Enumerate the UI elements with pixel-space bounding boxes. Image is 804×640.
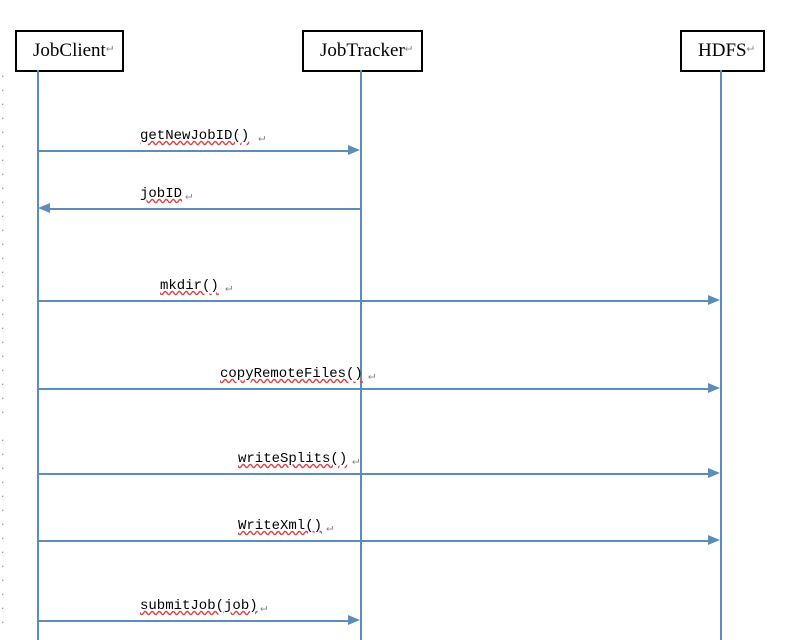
message-submitJob: submitJob(job) [140, 598, 258, 614]
arrowhead-writeXml [708, 535, 720, 545]
message-writeSplits: writeSplits() [238, 451, 347, 467]
participant-hdfs: HDFS↵ [680, 30, 765, 72]
participant-jobclient: JobClient↵ [15, 30, 124, 72]
message-mkdir: mkdir() [160, 278, 219, 294]
arrowhead-jobID [38, 203, 50, 213]
arrowhead-getNewJobID [348, 145, 360, 155]
message-writeXml: WriteXml() [238, 518, 322, 534]
arrow-writeXml [38, 540, 708, 542]
arrow-jobID [50, 208, 360, 210]
arrowhead-writeSplits [708, 468, 720, 478]
participant-jobtracker: JobTracker↵ [302, 30, 423, 72]
lifeline-jobclient [37, 70, 39, 640]
arrow-submitJob [38, 620, 348, 622]
participant-jobtracker-label: JobTracker [320, 40, 405, 61]
arrowhead-submitJob [348, 615, 360, 625]
arrowhead-mkdir [708, 295, 720, 305]
lifeline-jobtracker [360, 70, 362, 640]
arrow-writeSplits [38, 473, 708, 475]
arrow-copyRemoteFiles [38, 388, 708, 390]
message-copyRemoteFiles: copyRemoteFiles() [220, 366, 363, 382]
arrowhead-copyRemoteFiles [708, 383, 720, 393]
message-getNewJobID: getNewJobID() [140, 128, 249, 144]
arrow-mkdir [38, 300, 708, 302]
message-jobID: jobID [140, 186, 182, 202]
lifeline-hdfs [720, 70, 722, 640]
arrow-getNewJobID [38, 150, 348, 152]
participant-jobclient-label: JobClient [33, 40, 106, 61]
participant-hdfs-label: HDFS [698, 40, 747, 61]
